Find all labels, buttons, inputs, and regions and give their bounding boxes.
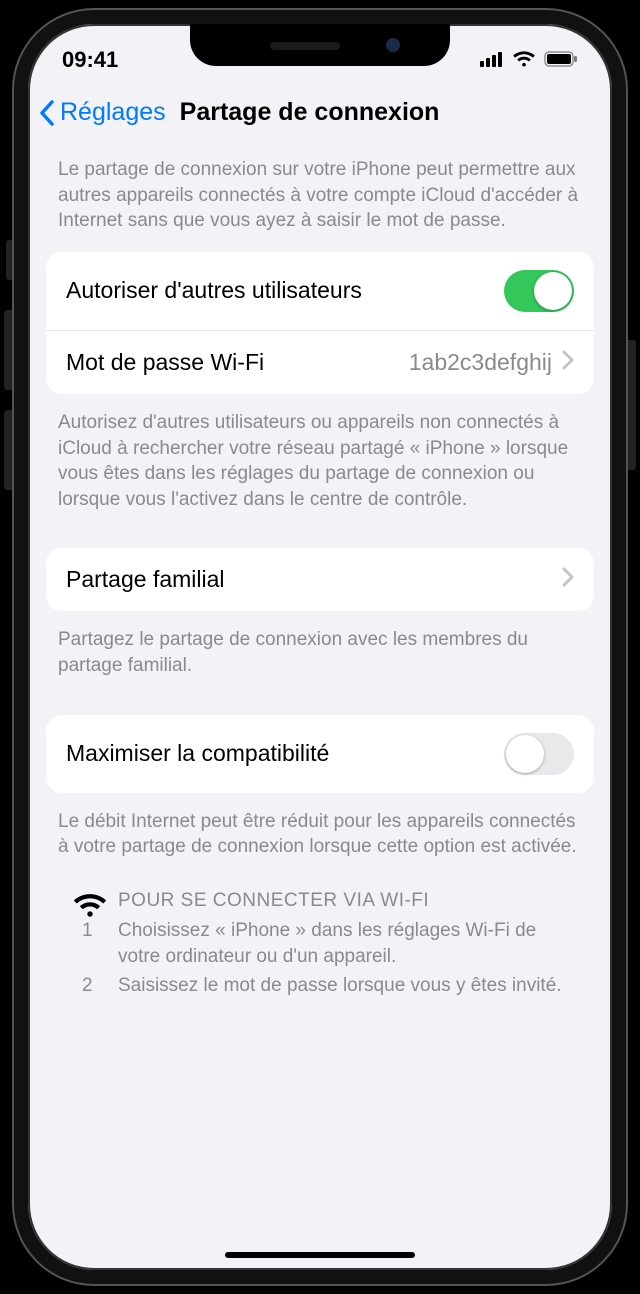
wifi-icon [72, 890, 108, 923]
instruction-step-2: 2Saisissez le mot de passe lorsque vous … [28, 971, 612, 1001]
section3-foot: Le débit Internet peut être réduit pour … [28, 797, 612, 866]
section1-foot: Autorisez d'autres utilisateurs ou appar… [28, 398, 612, 527]
family-sharing-label: Partage familial [66, 566, 562, 593]
wifi-password-label: Mot de passe Wi-Fi [66, 349, 409, 376]
chevron-left-icon [38, 99, 56, 127]
chevron-right-icon [562, 349, 574, 376]
section2-foot: Partagez le partage de connexion avec le… [28, 615, 612, 692]
instruction-step-1: 1Choisissez « iPhone » dans les réglages… [28, 916, 612, 971]
group-family: Partage familial [46, 548, 594, 611]
status-time: 09:41 [62, 47, 118, 73]
row-wifi-password[interactable]: Mot de passe Wi-Fi 1ab2c3defghij [46, 330, 594, 394]
notch [190, 24, 450, 66]
row-allow-others[interactable]: Autoriser d'autres utilisateurs [46, 252, 594, 330]
chevron-right-icon [562, 566, 574, 593]
group-compat: Maximiser la compatibilité [46, 715, 594, 793]
back-label: Réglages [60, 98, 166, 127]
page-title: Partage de connexion [168, 98, 602, 127]
battery-icon [544, 47, 578, 73]
allow-others-label: Autoriser d'autres utilisateurs [66, 277, 504, 304]
allow-others-toggle[interactable] [504, 270, 574, 312]
section1-hint: Le partage de connexion sur votre iPhone… [28, 145, 612, 248]
home-indicator[interactable] [225, 1252, 415, 1258]
cellular-icon [480, 47, 504, 73]
back-button[interactable]: Réglages [38, 98, 166, 127]
row-max-compat[interactable]: Maximiser la compatibilité [46, 715, 594, 793]
wifi-icon [512, 47, 536, 73]
max-compat-toggle[interactable] [504, 733, 574, 775]
instructions-heading: POUR SE CONNECTER VIA WI-FI [28, 866, 612, 916]
max-compat-label: Maximiser la compatibilité [66, 740, 504, 767]
group-hotspot: Autoriser d'autres utilisateurs Mot de p… [46, 252, 594, 394]
nav-bar: Réglages Partage de connexion [28, 84, 612, 145]
wifi-password-value: 1ab2c3defghij [409, 349, 552, 376]
row-family-sharing[interactable]: Partage familial [46, 548, 594, 611]
phone-frame: 09:41 Réglages Partage de connexion Le p… [14, 10, 626, 1284]
